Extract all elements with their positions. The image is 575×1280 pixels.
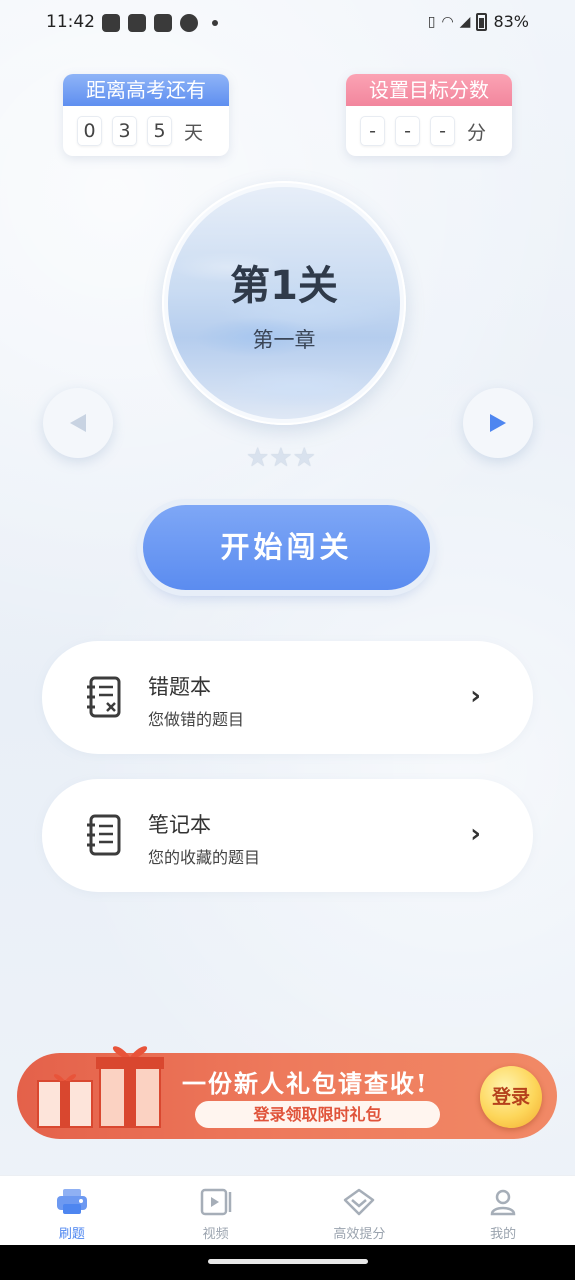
tab-label: 视频 bbox=[202, 1227, 229, 1242]
target-score-card[interactable]: 设置目标分数 - - - 分 bbox=[346, 74, 512, 156]
triangle-right-icon bbox=[490, 414, 506, 432]
gift-box-icon bbox=[37, 1046, 164, 1128]
promo-title: 一份新人礼包请查收! bbox=[182, 1069, 429, 1098]
countdown-digit: 5 bbox=[147, 116, 172, 146]
previous-level-button[interactable] bbox=[43, 388, 113, 458]
system-gesture-bar bbox=[0, 1245, 575, 1280]
chevron-right-icon: › bbox=[470, 819, 481, 849]
promo-subtitle: 登录领取限时礼包 bbox=[195, 1101, 440, 1128]
notification-icon bbox=[128, 14, 146, 32]
battery-icon bbox=[476, 12, 488, 31]
wrong-notebook-icon bbox=[87, 676, 121, 718]
tab-practice[interactable]: 刷题 bbox=[0, 1176, 144, 1245]
notebook-subtitle: 您的收藏的题目 bbox=[148, 848, 261, 867]
status-time: 11:42 bbox=[46, 12, 95, 32]
countdown-title: 距离高考还有 bbox=[63, 74, 229, 106]
tab-label: 我的 bbox=[490, 1227, 517, 1242]
status-bar: 11:42 ▯ ◠ ◢ 83% bbox=[0, 0, 575, 48]
exam-countdown-card: 距离高考还有 0 3 5 天 bbox=[63, 74, 229, 156]
countdown-unit: 天 bbox=[184, 121, 204, 144]
tab-video[interactable]: 视频 bbox=[144, 1176, 288, 1245]
notebook-icon bbox=[87, 814, 121, 856]
score-digit: - bbox=[395, 116, 420, 146]
vibrate-icon: ▯ bbox=[427, 13, 436, 30]
tab-label: 刷题 bbox=[58, 1227, 85, 1242]
notification-icon bbox=[102, 14, 120, 32]
more-dot-icon bbox=[212, 20, 218, 26]
tab-score-up[interactable]: 高效提分 bbox=[288, 1176, 432, 1245]
wrong-questions-subtitle: 您做错的题目 bbox=[148, 710, 245, 729]
tab-profile[interactable]: 我的 bbox=[431, 1176, 575, 1245]
level-title: 第1关 bbox=[230, 263, 338, 309]
star-rating: ★★★ bbox=[246, 443, 316, 473]
home-indicator[interactable] bbox=[208, 1259, 368, 1264]
countdown-digit: 3 bbox=[112, 116, 137, 146]
score-unit: 分 bbox=[467, 121, 487, 144]
speed-icon bbox=[180, 14, 198, 32]
score-digit: - bbox=[360, 116, 385, 146]
start-level-button[interactable]: 开始闯关 bbox=[143, 505, 430, 590]
score-digit: - bbox=[430, 116, 455, 146]
bottom-tab-bar: 刷题 视频 高效提分 我的 bbox=[0, 1175, 575, 1245]
notebook-title: 笔记本 bbox=[148, 813, 211, 837]
wrong-questions-card[interactable]: 错题本 您做错的题目 › bbox=[42, 641, 533, 754]
notebook-card[interactable]: 笔记本 您的收藏的题目 › bbox=[42, 779, 533, 892]
video-icon bbox=[200, 1188, 231, 1216]
target-score-title: 设置目标分数 bbox=[346, 74, 512, 106]
triangle-left-icon bbox=[70, 414, 86, 432]
login-button[interactable]: 登录 bbox=[480, 1066, 542, 1128]
practice-icon bbox=[56, 1189, 87, 1214]
wrong-questions-title: 错题本 bbox=[148, 675, 211, 699]
notification-icon bbox=[154, 14, 172, 32]
chevron-right-icon: › bbox=[470, 681, 481, 711]
tab-label: 高效提分 bbox=[333, 1227, 386, 1242]
level-stars: ★★★ bbox=[246, 444, 316, 472]
score-up-icon bbox=[344, 1188, 375, 1216]
profile-icon bbox=[490, 1189, 516, 1216]
signal-icon: ◢ bbox=[459, 13, 471, 30]
next-level-button[interactable] bbox=[463, 388, 533, 458]
wifi-icon: ◠ bbox=[441, 13, 454, 30]
countdown-digit: 0 bbox=[77, 116, 102, 146]
level-chapter: 第一章 bbox=[252, 328, 316, 352]
battery-percent: 83% bbox=[493, 12, 529, 31]
